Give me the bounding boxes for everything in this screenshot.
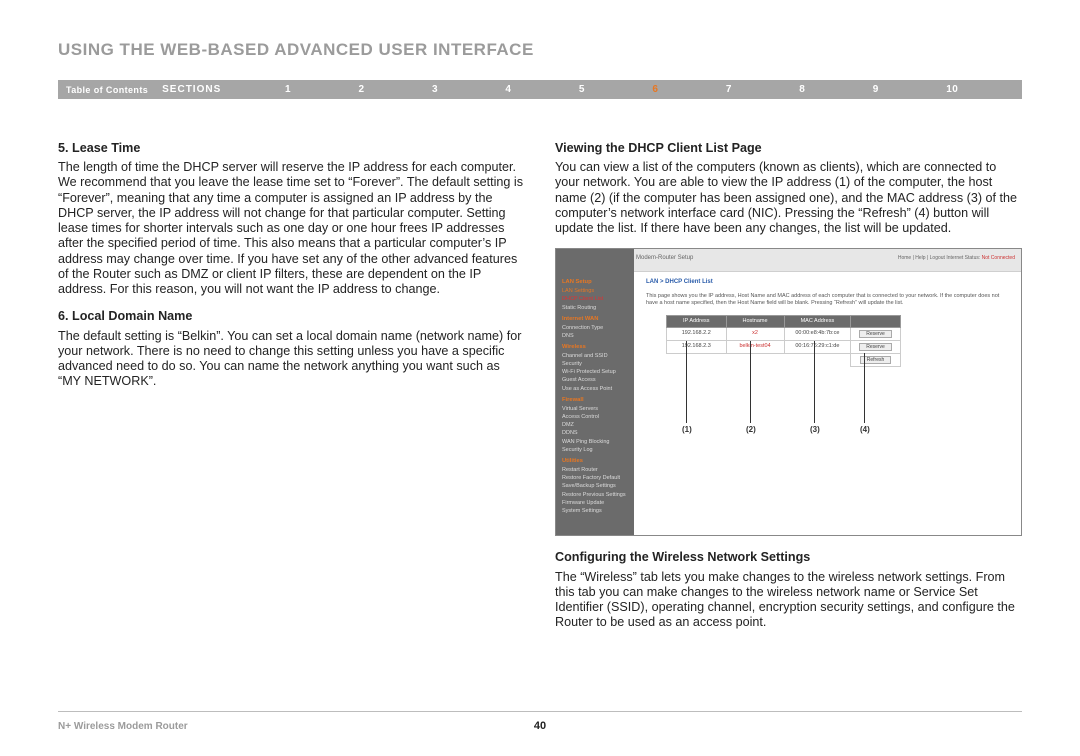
section-link-8[interactable]: 8 <box>799 84 805 95</box>
para-wireless: The “Wireless” tab lets you make changes… <box>555 570 1022 631</box>
router-ui-screenshot: BELKIN Modem-Router Setup Home | Help | … <box>555 248 1022 536</box>
table-row: 192.168.2.2 x2 00:00:e8:4b:7b:ce Reserve <box>667 327 901 340</box>
right-column: Viewing the DHCP Client List Page You ca… <box>555 141 1022 643</box>
heading-lease-time: 5. Lease Time <box>58 141 525 156</box>
section-link-7[interactable]: 7 <box>726 84 732 95</box>
section-link-6[interactable]: 6 <box>652 84 658 95</box>
footer-rule <box>58 711 1022 712</box>
callout-2: 2 <box>746 425 756 435</box>
table-row: 192.168.2.3 belkin-test04 00:16:76:29:c1… <box>667 340 901 353</box>
para-local-domain: The default setting is “Belkin”. You can… <box>58 329 525 390</box>
para-dhcp-client: You can view a list of the computers (kn… <box>555 160 1022 236</box>
reserve-button[interactable]: Reserve <box>859 330 892 338</box>
section-navbar: Table of Contents SECTIONS 1 2 3 4 5 6 7 8 9 10 <box>58 80 1022 99</box>
section-link-9[interactable]: 9 <box>873 84 879 95</box>
col-ip: IP Address <box>667 315 727 327</box>
footer-page-number: 40 <box>534 720 546 732</box>
table-row: Refresh <box>667 353 901 366</box>
panel-description: This page shows you the IP address, Host… <box>646 293 1011 307</box>
footer-product: N+ Wireless Modem Router <box>58 721 188 732</box>
section-link-3[interactable]: 3 <box>432 84 438 95</box>
breadcrumb: LAN > DHCP Client List <box>646 279 1011 286</box>
callout-4: 4 <box>860 425 870 435</box>
sections-label: SECTIONS <box>162 84 241 95</box>
page-title: USING THE WEB-BASED ADVANCED USER INTERF… <box>58 40 1022 60</box>
dhcp-table: IP Address Hostname MAC Address 192.168.… <box>666 315 901 367</box>
section-link-4[interactable]: 4 <box>505 84 511 95</box>
col-host: Hostname <box>726 315 784 327</box>
callout-3: 3 <box>810 425 820 435</box>
col-action <box>851 315 901 327</box>
router-main-panel: LAN > DHCP Client List This page shows y… <box>634 249 1021 535</box>
heading-local-domain: 6. Local Domain Name <box>58 309 525 324</box>
para-lease-time: The length of time the DHCP server will … <box>58 160 525 297</box>
reserve-button[interactable]: Reserve <box>859 343 892 351</box>
section-link-10[interactable]: 10 <box>946 84 958 95</box>
section-link-1[interactable]: 1 <box>285 84 291 95</box>
left-column: 5. Lease Time The length of time the DHC… <box>58 141 525 643</box>
heading-wireless: Configuring the Wireless Network Setting… <box>555 550 1022 565</box>
section-link-2[interactable]: 2 <box>358 84 364 95</box>
section-link-5[interactable]: 5 <box>579 84 585 95</box>
router-sidebar: LAN Setup LAN Settings DHCP Client List … <box>556 249 634 535</box>
col-mac: MAC Address <box>784 315 851 327</box>
toc-link[interactable]: Table of Contents <box>58 85 162 95</box>
callout-1: 1 <box>682 425 692 435</box>
heading-dhcp-client: Viewing the DHCP Client List Page <box>555 141 1022 156</box>
